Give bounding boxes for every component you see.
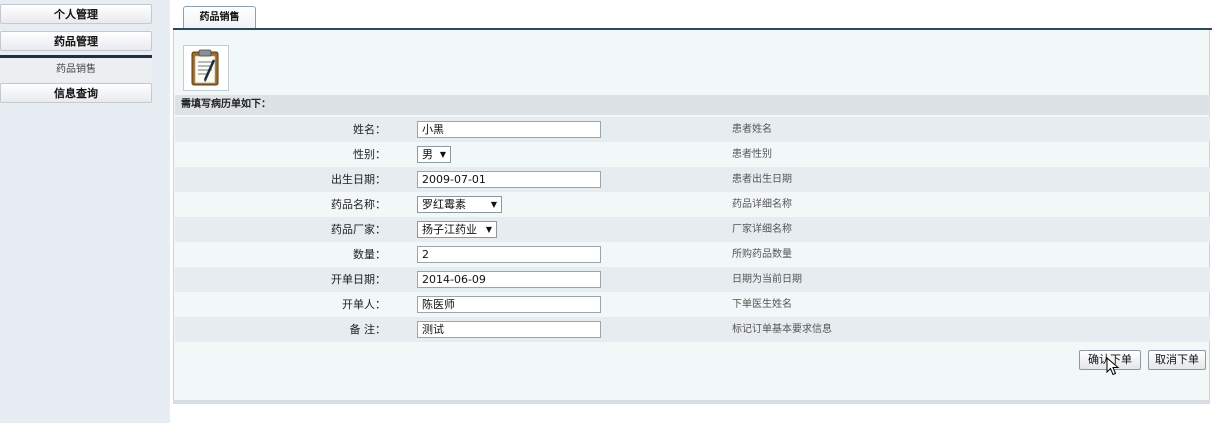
chevron-down-icon: ▼ xyxy=(490,200,497,209)
sidebar-item-info-query[interactable]: 信息查询 xyxy=(0,83,152,103)
select-value: 扬子江药业 xyxy=(422,223,477,236)
section-title: 需填写病历单如下： xyxy=(175,95,1210,115)
field-label: 备 注： xyxy=(349,323,387,336)
mouse-pointer-icon xyxy=(1106,356,1120,380)
field-hint: 标记订单基本要求信息 xyxy=(732,324,832,335)
sidebar-item-drug-management[interactable]: 药品管理 xyxy=(0,31,152,51)
manufacturer-select[interactable]: 扬子江药业 ▼ xyxy=(417,221,497,238)
sidebar-item-personal[interactable]: 个人管理 xyxy=(0,4,152,24)
chevron-down-icon: ▼ xyxy=(485,225,492,234)
field-hint: 厂家详细名称 xyxy=(732,224,792,235)
sidebar: 个人管理 药品管理 药品销售 信息查询 xyxy=(0,0,170,423)
tab-drug-sales[interactable]: 药品销售 xyxy=(183,6,256,28)
panel-bottom-border xyxy=(173,400,1210,404)
field-label: 开单日期： xyxy=(331,273,386,286)
sidebar-subitem-drug-sales[interactable]: 药品销售 xyxy=(0,59,152,81)
order-date-input[interactable]: 2014-06-09 xyxy=(417,271,601,288)
tab-bar: 药品销售 xyxy=(173,6,1212,30)
form-row-gender: 性别： 男 ▼ 患者性别 xyxy=(175,142,1210,167)
gender-select[interactable]: 男 ▼ xyxy=(417,146,451,163)
prescription-form: 姓名： 小黑 患者姓名 性别： 男 ▼ 患者性别 出生日期： 2009-07-0… xyxy=(175,117,1210,342)
field-hint: 患者性别 xyxy=(732,149,772,160)
field-label: 性别： xyxy=(353,148,386,161)
form-row-remarks: 备 注： 测试 标记订单基本要求信息 xyxy=(175,317,1210,342)
select-value: 男 xyxy=(422,148,433,161)
field-hint: 所购药品数量 xyxy=(732,249,792,260)
form-row-drug-name: 药品名称： 罗红霉素 ▼ 药品详细名称 xyxy=(175,192,1210,217)
prescriber-input[interactable]: 陈医师 xyxy=(417,296,601,313)
field-label: 姓名： xyxy=(353,123,386,136)
select-value: 罗红霉素 xyxy=(422,198,466,211)
form-row-name: 姓名： 小黑 患者姓名 xyxy=(175,117,1210,142)
field-label: 药品名称： xyxy=(331,198,386,211)
field-hint: 日期为当前日期 xyxy=(732,274,802,285)
name-input[interactable]: 小黑 xyxy=(417,121,601,138)
field-label: 出生日期： xyxy=(331,173,386,186)
drug-name-select[interactable]: 罗红霉素 ▼ xyxy=(417,196,502,213)
form-row-quantity: 数量： 2 所购药品数量 xyxy=(175,242,1210,267)
birthdate-input[interactable]: 2009-07-01 xyxy=(417,171,601,188)
field-hint: 患者出生日期 xyxy=(732,174,792,185)
field-label: 开单人： xyxy=(342,298,386,311)
quantity-input[interactable]: 2 xyxy=(417,246,601,263)
form-row-order-date: 开单日期： 2014-06-09 日期为当前日期 xyxy=(175,267,1210,292)
clipboard-icon xyxy=(183,45,229,91)
field-label: 药品厂家： xyxy=(331,223,386,236)
field-hint: 患者姓名 xyxy=(732,124,772,135)
form-row-birthdate: 出生日期： 2009-07-01 患者出生日期 xyxy=(175,167,1210,192)
sidebar-divider xyxy=(0,55,152,58)
form-row-manufacturer: 药品厂家： 扬子江药业 ▼ 厂家详细名称 xyxy=(175,217,1210,242)
field-label: 数量： xyxy=(353,248,386,261)
chevron-down-icon: ▼ xyxy=(439,150,446,159)
remarks-input[interactable]: 测试 xyxy=(417,321,601,338)
field-hint: 下单医生姓名 xyxy=(732,299,792,310)
form-row-prescriber: 开单人： 陈医师 下单医生姓名 xyxy=(175,292,1210,317)
cancel-order-button[interactable]: 取消下单 xyxy=(1148,350,1206,370)
field-hint: 药品详细名称 xyxy=(732,199,792,210)
